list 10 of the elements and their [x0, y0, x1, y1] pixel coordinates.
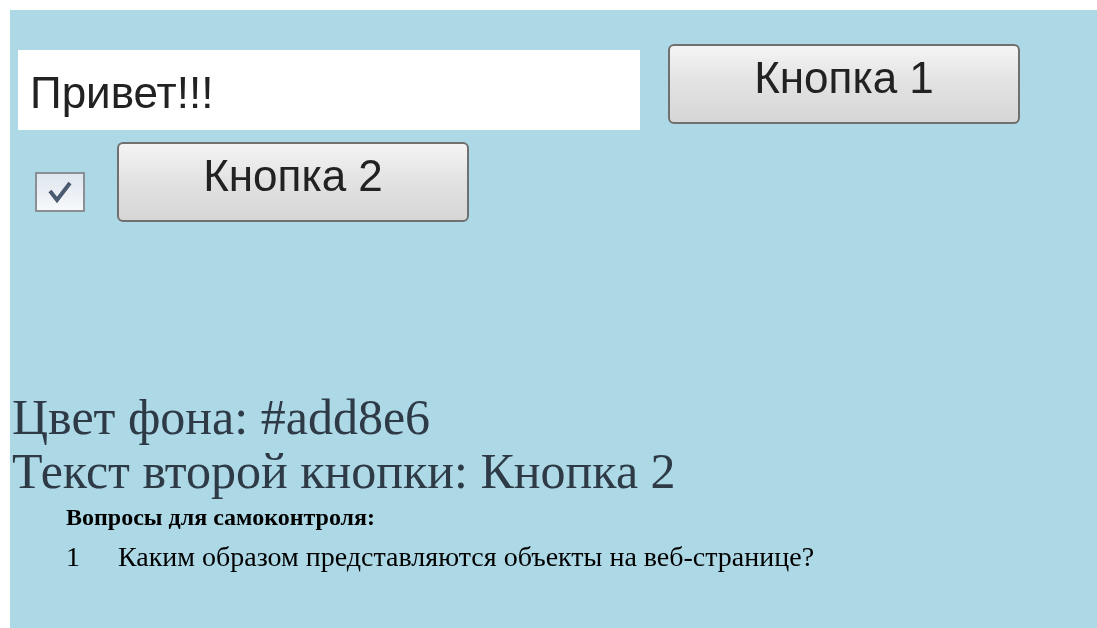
output-text: Цвет фона: #add8e6	[12, 390, 432, 444]
question-number: 1	[66, 541, 80, 573]
checkbox[interactable]	[35, 172, 85, 212]
output-text: Текст второй кнопки: Кнопка 2	[12, 444, 676, 498]
text-field[interactable]: Привет!!!	[18, 50, 640, 130]
button-1[interactable]: Кнопка 1	[668, 44, 1020, 124]
checkmark-icon	[47, 180, 73, 204]
questions-heading: Вопросы для самоконтроля:	[66, 504, 377, 531]
button-2[interactable]: Кнопка 2	[117, 142, 469, 222]
question-text: Каким образом представляются объекты на веб-странице?	[118, 541, 815, 573]
